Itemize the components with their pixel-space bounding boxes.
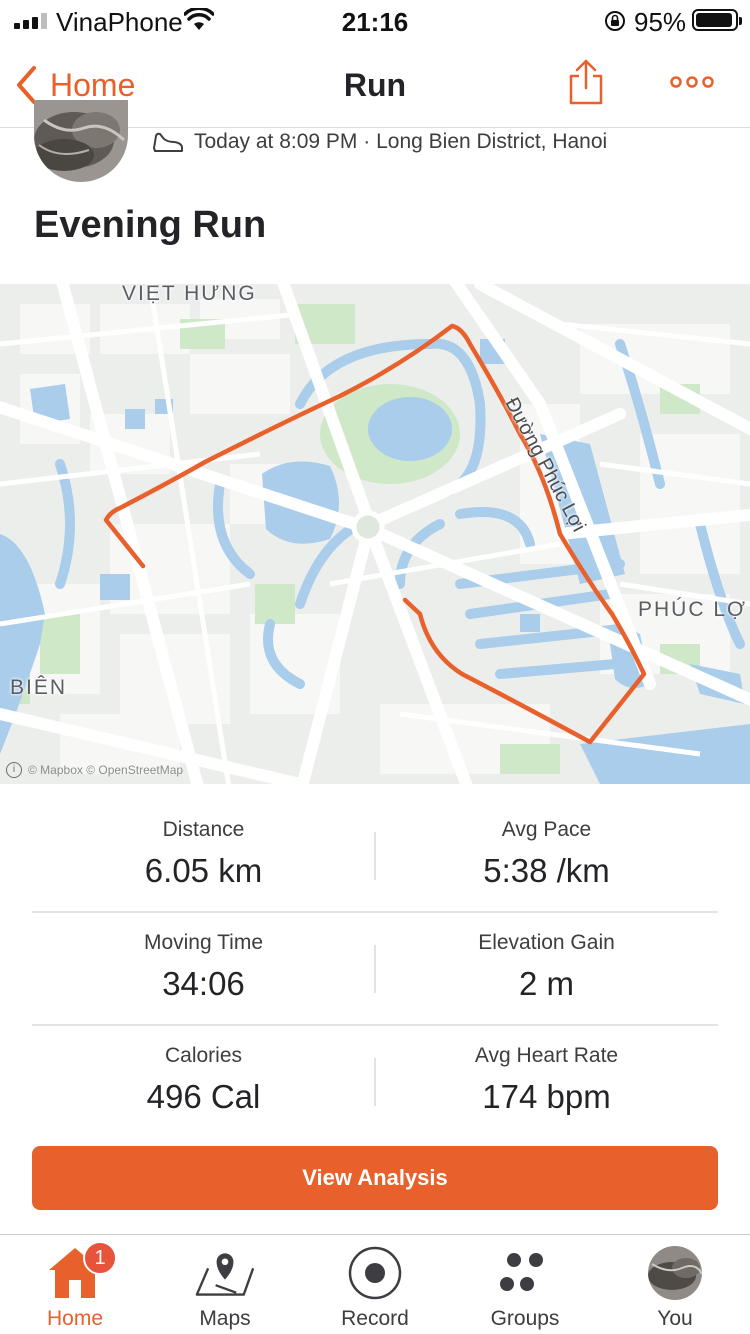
home-icon: 1 [45, 1241, 117, 1303]
notification-badge: 1 [83, 1241, 117, 1275]
map-label-phuc-loi: PHÚC LỢ [638, 598, 748, 621]
stats-row: Moving Time 34:06 Elevation Gain 2 m [32, 913, 718, 1026]
stat-calories: Calories 496 Cal [32, 1044, 375, 1116]
activity-meta-text: Today at 8:09 PM · Long Bien District, H… [194, 130, 608, 153]
tab-maps[interactable]: Maps [150, 1235, 300, 1334]
battery-percentage: 95% [634, 7, 687, 37]
map-label-bien: BIÊN [10, 676, 68, 699]
stats-row: Calories 496 Cal Avg Heart Rate 174 bpm [32, 1026, 718, 1139]
tab-label: Maps [199, 1307, 251, 1330]
more-options-icon[interactable] [668, 70, 716, 94]
stats-grid: Distance 6.05 km Avg Pace 5:38 /km Movin… [32, 800, 718, 1139]
stat-label: Calories [164, 1044, 243, 1067]
record-icon [345, 1243, 405, 1303]
profile-avatar [648, 1246, 702, 1300]
tab-home[interactable]: 1 Home [0, 1235, 150, 1334]
activity-title: Evening Run [34, 204, 267, 246]
stat-value: 6.05 km [144, 852, 263, 889]
share-icon[interactable] [566, 58, 606, 106]
stat-value: 496 Cal [146, 1078, 261, 1115]
stat-moving-time: Moving Time 34:06 [32, 931, 375, 1003]
tab-groups[interactable]: Groups [450, 1235, 600, 1334]
map-canvas [0, 284, 750, 784]
athlete-avatar[interactable] [34, 100, 128, 182]
tab-label: Home [46, 1307, 104, 1330]
stat-label: Avg Heart Rate [474, 1044, 619, 1067]
stat-value: 2 m [518, 965, 574, 1002]
stat-avg-heart-rate: Avg Heart Rate 174 bpm [375, 1044, 718, 1116]
tab-bar: 1 Home Maps Record Groups You [0, 1234, 750, 1334]
stat-distance: Distance 6.05 km [32, 818, 375, 890]
view-analysis-button[interactable]: View Analysis [32, 1146, 718, 1210]
info-icon[interactable]: i [6, 762, 22, 778]
tab-record[interactable]: Record [300, 1235, 450, 1334]
tab-label: Record [341, 1307, 409, 1330]
activity-meta: Today at 8:09 PM · Long Bien District, H… [152, 130, 607, 154]
groups-icon [495, 1243, 555, 1303]
battery-icon [692, 9, 742, 31]
tab-icon-wrapper [645, 1243, 705, 1303]
stat-label: Elevation Gain [478, 931, 615, 954]
stat-value: 34:06 [162, 965, 245, 1002]
status-bar: VinaPhone 21:16 95% [0, 0, 750, 40]
tab-label: Groups [490, 1307, 560, 1330]
stat-label: Distance [162, 818, 245, 841]
back-label: Home [50, 66, 136, 103]
tab-you[interactable]: You [600, 1235, 750, 1334]
chevron-left-icon [17, 66, 36, 104]
stat-label: Avg Pace [501, 818, 592, 841]
shoe-icon [153, 132, 183, 152]
map-pin-icon [195, 1243, 255, 1303]
stat-value: 174 bpm [482, 1078, 611, 1115]
stat-avg-pace: Avg Pace 5:38 /km [375, 818, 718, 890]
tab-label: You [657, 1307, 693, 1330]
stat-value: 5:38 /km [483, 852, 610, 889]
stats-row: Distance 6.05 km Avg Pace 5:38 /km [32, 800, 718, 913]
map-label-viet-hung: VIỆT HƯNG [122, 284, 257, 305]
orientation-lock-icon [605, 11, 625, 31]
route-map[interactable]: VIỆT HƯNG PHÚC LỢ BIÊN Đường Phúc Lợi i … [0, 284, 750, 784]
stat-label: Moving Time [143, 931, 264, 954]
map-attribution[interactable]: i © Mapbox © OpenStreetMap [6, 762, 183, 778]
stat-elevation-gain: Elevation Gain 2 m [375, 931, 718, 1003]
